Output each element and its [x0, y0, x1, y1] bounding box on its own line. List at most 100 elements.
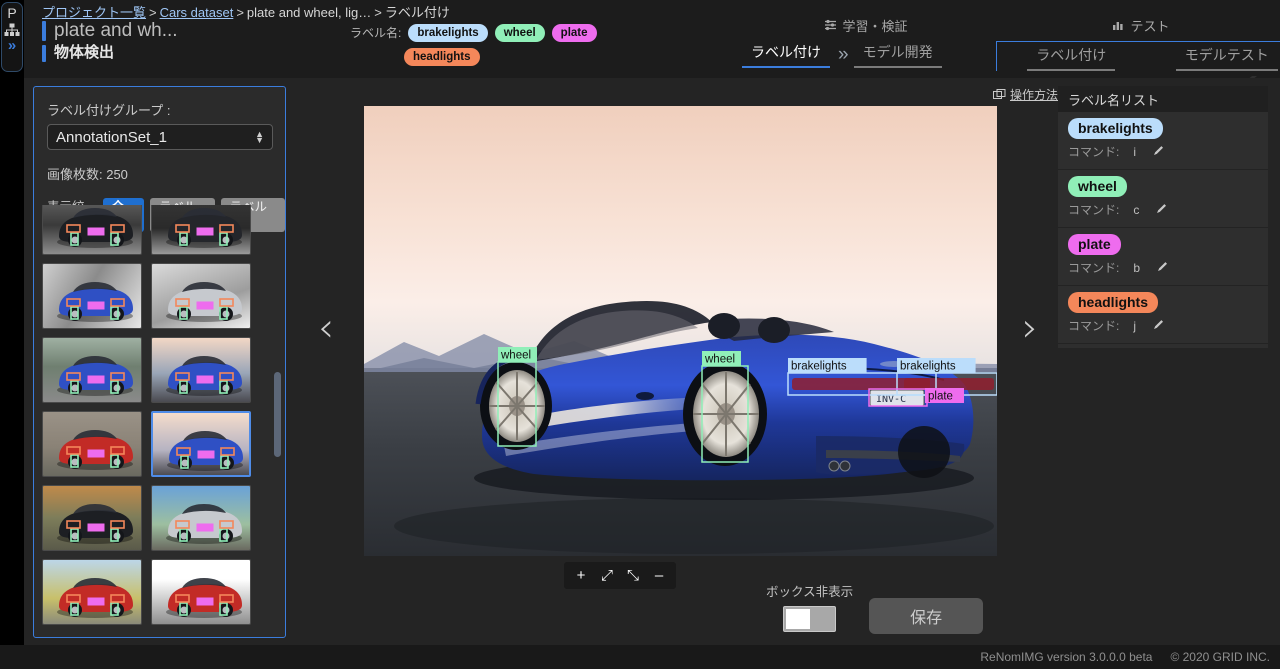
- annotation-label: wheel: [704, 354, 735, 366]
- thumbnail-car-rear-dark[interactable]: [151, 205, 251, 255]
- hide-box-label: ボックス非表示: [766, 584, 854, 599]
- workflow-arrow-icon: »: [838, 44, 848, 65]
- labelname-item-plate[interactable]: plate コマンド: b: [1058, 228, 1268, 286]
- hide-box-toggle-wrap: ボックス非表示: [766, 581, 853, 632]
- thumbnail-image: [166, 578, 242, 618]
- pencil-icon[interactable]: [1152, 144, 1165, 160]
- zoom-in-button[interactable]: +: [568, 562, 594, 589]
- thumbnail-image: [166, 504, 242, 544]
- header-chip-wheel[interactable]: wheel: [494, 24, 545, 42]
- thumbnail-image: [57, 578, 133, 618]
- workflow-group-train-heading-row: 学習・検証: [742, 16, 990, 34]
- workflow-group-train: 学習・検証 ラベル付け » モデル開発: [742, 16, 990, 68]
- header-labelname-list: ラベル名: brakelights wheel plate headlights: [350, 24, 650, 66]
- command-caption: コマンド:: [1068, 261, 1120, 275]
- project-logo-icon[interactable]: P: [7, 5, 16, 21]
- labelname-item-headlights[interactable]: headlights コマンド: j: [1058, 286, 1268, 344]
- image-count-label: 画像枚数: 250: [47, 167, 128, 182]
- tab-labeling-test[interactable]: ラベル付け: [1027, 44, 1116, 71]
- thumbnail-black-car-front[interactable]: [42, 205, 142, 255]
- breadcrumb-sep-1: >: [236, 5, 244, 20]
- labelname-chip: brakelights: [1068, 118, 1163, 139]
- breadcrumb-item-2: plate and wheel, lig…: [246, 5, 372, 20]
- tab-labeling-train[interactable]: ラベル付け: [742, 41, 830, 68]
- command-key: i: [1133, 144, 1137, 159]
- command-caption: コマンド:: [1068, 203, 1120, 217]
- annotation-label: brakelights: [791, 361, 847, 373]
- workflow-tabs: 学習・検証 ラベル付け » モデル開発 テスト ラベル付け モデルテスト: [724, 16, 1280, 74]
- pencil-icon[interactable]: [1155, 202, 1168, 218]
- zoom-toolbar: + ⤢ ⤡ –: [564, 562, 676, 589]
- breadcrumb-item-3: ラベル付け: [384, 5, 450, 20]
- pencil-icon[interactable]: [1156, 260, 1169, 276]
- labelname-command-row: コマンド: b: [1068, 259, 1268, 276]
- hide-box-toggle[interactable]: [783, 605, 837, 632]
- save-button[interactable]: 保存: [869, 598, 984, 634]
- header-chip-plate[interactable]: plate: [551, 24, 597, 42]
- header-chip-headlights[interactable]: headlights: [404, 48, 480, 66]
- breadcrumb-item-0[interactable]: プロジェクト一覧: [42, 5, 146, 20]
- breadcrumb-item-1[interactable]: Cars dataset: [160, 5, 234, 20]
- thumbnail-blue-sedan-street[interactable]: [42, 337, 142, 403]
- thumbnail-image: [166, 356, 242, 396]
- fit-expand-button[interactable]: ⤢: [594, 562, 620, 589]
- canvas-bottom-controls: ボックス非表示 保存: [766, 578, 984, 634]
- tab-model-development[interactable]: モデル開発: [853, 41, 942, 68]
- chevron-right-icon[interactable]: ›: [1022, 308, 1038, 348]
- thumbnail-image: [166, 282, 242, 322]
- fullscreen-button[interactable]: ⤡: [620, 562, 646, 589]
- workflow-group-test-heading: テスト: [1130, 18, 1170, 34]
- command-caption: コマンド:: [1068, 319, 1120, 333]
- image-browser-panel: ラベル付けグループ : AnnotationSet_1 ▲ ▼ 画像枚数: 250…: [33, 86, 286, 638]
- thumbnail-silver-coupe-road[interactable]: [151, 485, 251, 551]
- workflow-group-test-heading-row: テスト: [996, 16, 1280, 34]
- thumbnail-red-convertible-coast[interactable]: [42, 559, 142, 625]
- rail-nav-box[interactable]: P »: [1, 2, 23, 72]
- external-window-icon: [992, 88, 1006, 99]
- thumbnail-blue-sedan-studio[interactable]: [42, 263, 142, 329]
- annotation-label: brakelights: [900, 361, 956, 373]
- annotation-canvas[interactable]: INV-C brakelights brakelights plate whee…: [364, 106, 997, 556]
- thumbnail-list[interactable]: [42, 205, 279, 633]
- annotation-label: wheel: [500, 350, 531, 362]
- thumbnail-red-sedan-castle[interactable]: [42, 411, 142, 477]
- thumbnail-blue-convertible-selected[interactable]: [151, 411, 251, 477]
- thumbnail-image: [57, 430, 133, 470]
- main-body: ラベル付けグループ : AnnotationSet_1 ▲ ▼ 画像枚数: 250…: [24, 78, 1280, 645]
- thumbnail-red-coupe-white[interactable]: [151, 559, 251, 625]
- double-chevron-right-icon[interactable]: »: [8, 38, 16, 53]
- command-key: j: [1133, 318, 1137, 333]
- howto-label: 操作方法: [1009, 88, 1058, 102]
- command-caption: コマンド:: [1068, 145, 1120, 159]
- bar-chart-icon: [1113, 22, 1124, 30]
- tab-model-test[interactable]: モデルテスト: [1175, 44, 1278, 71]
- labelname-list-panel: ラベル名リスト brakelights コマンド: i wheel コマンド: c plat…: [1058, 86, 1268, 348]
- zoom-out-button[interactable]: –: [646, 562, 672, 589]
- labelname-chip: wheel: [1068, 176, 1127, 197]
- labelname-command-row: コマンド: i: [1068, 143, 1268, 160]
- chevron-left-icon[interactable]: ‹: [318, 308, 334, 348]
- thumbnail-image: [57, 282, 133, 322]
- annotation-label: plate: [928, 391, 953, 403]
- thumbnail-black-convertible-orange[interactable]: [42, 485, 142, 551]
- thumbnail-blue-convertible-sunset[interactable]: [151, 337, 251, 403]
- thumbnail-image: [166, 208, 242, 248]
- howto-link[interactable]: 操作方法: [992, 86, 1058, 103]
- command-key: c: [1133, 202, 1140, 217]
- thumbnail-image: [57, 208, 133, 248]
- thumbnail-scrollbar[interactable]: [274, 372, 281, 457]
- thumbnail-silver-sedan-studio[interactable]: [151, 263, 251, 329]
- chevron-updown-icon: ▲ ▼: [255, 129, 264, 145]
- header-chip-brakelights[interactable]: brakelights: [408, 24, 488, 42]
- pencil-icon[interactable]: [1152, 318, 1165, 334]
- annotated-image[interactable]: INV-C brakelights brakelightsplatewheel …: [364, 106, 997, 556]
- app-root: P » プロジェクト一覧 > Cars dataset > plate and whee…: [0, 0, 1280, 669]
- breadcrumb-sep-0: >: [149, 5, 157, 20]
- thumbnail-image: [57, 356, 133, 396]
- labelname-item-wheel[interactable]: wheel コマンド: c: [1058, 170, 1268, 228]
- page-header: プロジェクト一覧 > Cars dataset > plate and wheel, l…: [24, 0, 1280, 76]
- labelname-item-brakelights[interactable]: brakelights コマンド: i: [1058, 112, 1268, 170]
- annotation-group-select[interactable]: AnnotationSet_1 ▲ ▼: [47, 124, 273, 150]
- sitemap-icon[interactable]: [4, 23, 20, 37]
- page-title: plate and wh...: [54, 20, 178, 41]
